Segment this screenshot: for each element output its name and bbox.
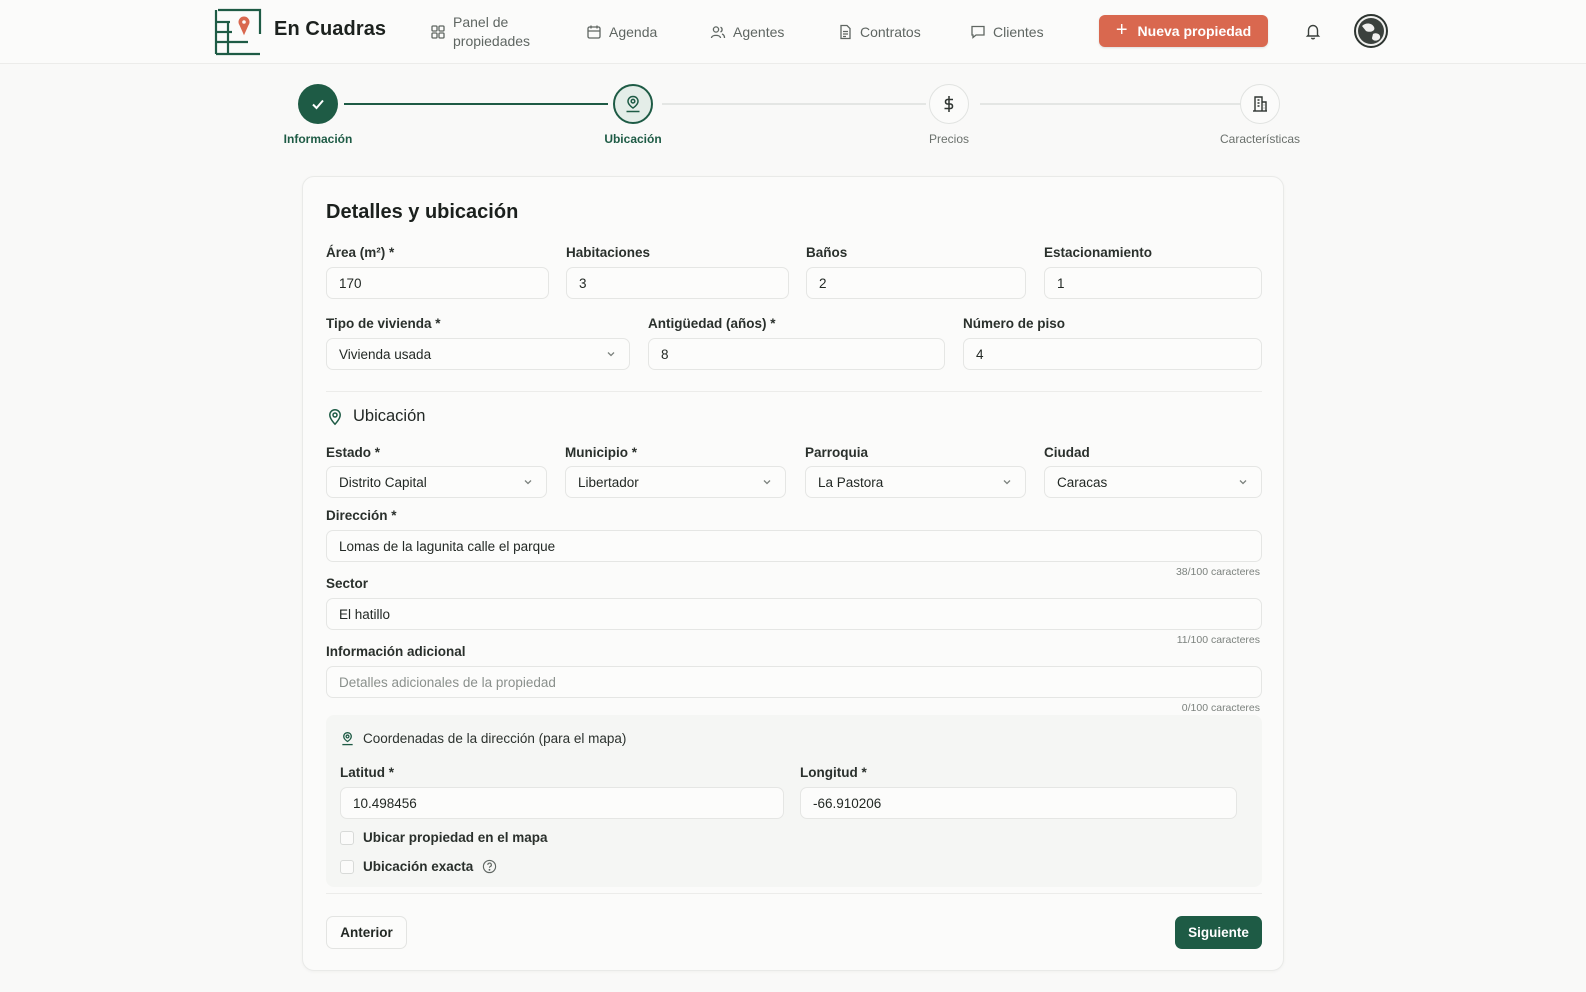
- parish-select[interactable]: La Pastora: [805, 466, 1026, 498]
- chevron-down-icon: [1003, 480, 1011, 485]
- step-caracteristicas[interactable]: [1240, 84, 1280, 124]
- rooms-input[interactable]: 3: [566, 267, 789, 299]
- floor-label: Número de piso: [963, 316, 1066, 331]
- locate-on-map-checkbox[interactable]: [340, 830, 354, 845]
- nav-agentes[interactable]: Agentes: [710, 0, 784, 64]
- chevron-down-icon: [607, 352, 615, 357]
- parking-label: Estacionamiento: [1044, 245, 1153, 260]
- latitude-label: Latitud *: [340, 765, 394, 780]
- sector-counter: 11/100 caracteres: [1176, 634, 1260, 646]
- step-label-ubicacion: Ubicación: [604, 132, 662, 146]
- address-input[interactable]: Lomas de la lagunita calle el parque: [326, 530, 1262, 562]
- additional-info-input[interactable]: Detalles adicionales de la propiedad: [326, 666, 1262, 698]
- document-icon: [840, 24, 851, 40]
- top-header: En Cuadras Panel de propiedades Agenda A…: [0, 0, 1586, 64]
- grid-icon: [431, 25, 445, 39]
- wizard-stepper: Información Ubicación Precios Caracterís…: [0, 64, 1586, 164]
- chevron-down-icon: [524, 480, 532, 485]
- exact-location-checkbox-row[interactable]: Ubicación exacta: [340, 859, 497, 874]
- address-label: Dirección *: [326, 508, 397, 523]
- check-icon: [312, 99, 324, 110]
- latitude-input[interactable]: 10.498456: [340, 787, 784, 819]
- step-label-informacion: Información: [283, 132, 353, 146]
- nav-clientes[interactable]: Clientes: [970, 0, 1044, 64]
- step-connector: [344, 103, 608, 105]
- previous-button[interactable]: Anterior: [326, 916, 407, 949]
- municipality-select[interactable]: Libertador: [565, 466, 786, 498]
- step-precios[interactable]: [929, 84, 969, 124]
- area-label: Área (m²) *: [326, 245, 395, 260]
- additional-info-counter: 0/100 caracteres: [1181, 702, 1260, 714]
- users-icon: [710, 26, 726, 39]
- baths-input[interactable]: 2: [806, 267, 1026, 299]
- municipality-label: Municipio *: [565, 445, 637, 460]
- plus-icon: +: [1115, 19, 1128, 41]
- longitude-input[interactable]: -66.910206: [800, 787, 1237, 819]
- map-pin-icon: [329, 408, 341, 425]
- housing-type-label: Tipo de vivienda *: [326, 316, 441, 331]
- city-label: Ciudad: [1044, 445, 1090, 460]
- parking-input[interactable]: 1: [1044, 267, 1262, 299]
- coordinates-panel: Coordenadas de la dirección (para el map…: [326, 715, 1262, 887]
- section-divider: [326, 391, 1262, 392]
- step-informacion[interactable]: [298, 84, 338, 124]
- form-card: Detalles y ubicación Área (m²) * 170 Hab…: [302, 176, 1284, 971]
- area-input[interactable]: 170: [326, 267, 549, 299]
- rooms-label: Habitaciones: [566, 245, 651, 260]
- additional-info-label: Información adicional: [326, 644, 466, 659]
- step-connector: [662, 103, 926, 105]
- chevron-down-icon: [763, 480, 771, 485]
- chat-icon: [971, 25, 985, 39]
- locate-on-map-checkbox-row[interactable]: Ubicar propiedad en el mapa: [340, 830, 548, 845]
- chevron-down-icon: [1239, 480, 1247, 485]
- exact-location-checkbox[interactable]: [340, 859, 354, 874]
- help-circle-icon[interactable]: [482, 859, 497, 874]
- city-select[interactable]: Caracas: [1044, 466, 1262, 498]
- nav-panel-propiedades[interactable]: Panel de propiedades: [430, 0, 530, 64]
- longitude-label: Longitud *: [800, 765, 867, 780]
- footer-divider: [326, 893, 1262, 894]
- brand-name: En Cuadras: [274, 18, 387, 40]
- state-label: Estado *: [326, 445, 381, 460]
- nav-agenda[interactable]: Agenda: [586, 0, 657, 64]
- age-label: Antigüedad (años) *: [648, 316, 776, 331]
- housing-type-select[interactable]: Vivienda usada: [326, 338, 630, 370]
- coordinates-title: Coordenadas de la dirección (para el map…: [340, 731, 626, 746]
- nav-panel-label: Panel de propiedades: [453, 14, 531, 49]
- user-avatar[interactable]: [1354, 14, 1388, 48]
- step-ubicacion[interactable]: [613, 84, 653, 124]
- user-pin-icon: [626, 95, 640, 113]
- state-select[interactable]: Distrito Capital: [326, 466, 547, 498]
- address-counter: 38/100 caracteres: [1175, 566, 1260, 578]
- sector-input[interactable]: El hatillo: [326, 598, 1262, 630]
- user-pin-icon: [342, 732, 353, 746]
- sector-label: Sector: [326, 576, 369, 591]
- step-connector: [980, 103, 1242, 105]
- step-label-precios: Precios: [928, 132, 969, 146]
- parish-label: Parroquia: [805, 445, 869, 460]
- dollar-icon: [944, 96, 954, 112]
- logo-icon[interactable]: [214, 8, 264, 56]
- calendar-icon: [587, 25, 601, 39]
- card-title: Detalles y ubicación: [326, 201, 519, 223]
- avatar-image: [1358, 18, 1384, 44]
- new-property-button[interactable]: + Nueva propiedad: [1099, 15, 1268, 47]
- bell-icon[interactable]: [1304, 22, 1322, 40]
- baths-label: Baños: [806, 245, 848, 260]
- location-section-title: Ubicación: [326, 407, 425, 426]
- next-button[interactable]: Siguiente: [1175, 916, 1262, 949]
- building-icon: [1253, 96, 1267, 112]
- age-input[interactable]: 8: [648, 338, 945, 370]
- nav-contratos[interactable]: Contratos: [837, 0, 921, 64]
- floor-input[interactable]: 4: [963, 338, 1262, 370]
- step-label-caracteristicas: Características: [1219, 132, 1301, 146]
